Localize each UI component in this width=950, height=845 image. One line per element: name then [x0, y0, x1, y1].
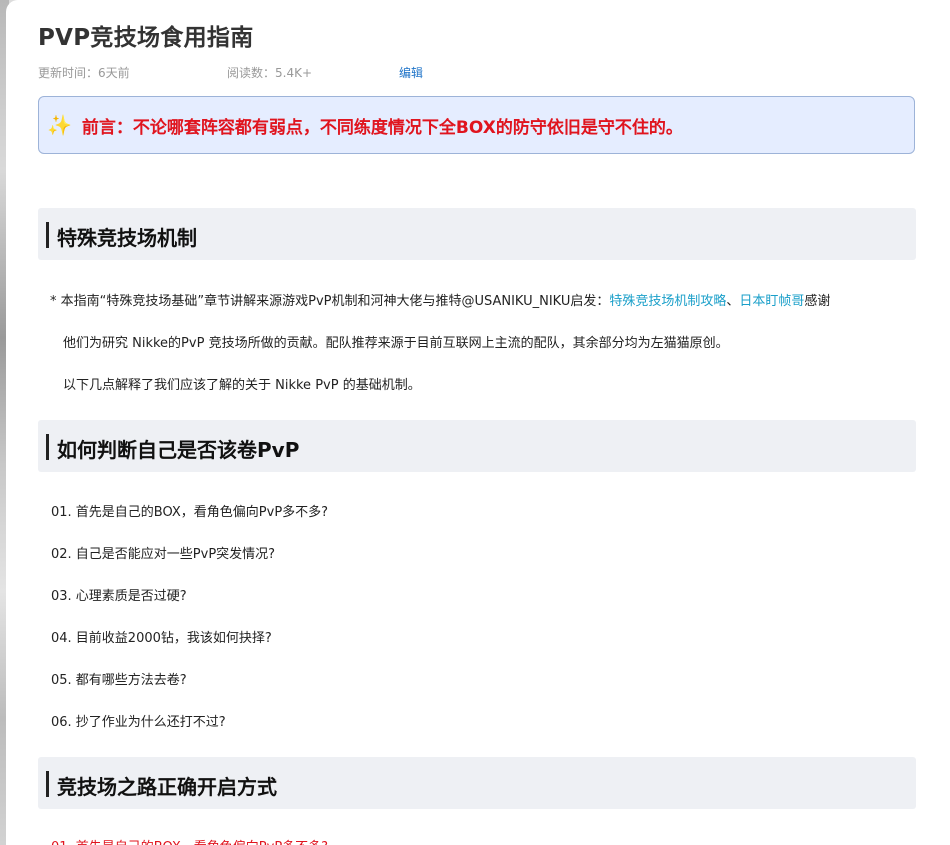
mechanics-guide-link[interactable]: 特殊竞技场机制攻略 [609, 294, 726, 309]
intro-line-3: 以下几点解释了我们应该了解的关于 Nikke PvP 的基础机制。 [63, 378, 421, 393]
intro-text: * 本指南“特殊竞技场基础”章节讲解来源游戏PvP机制和河神大佬与推特@USAN… [50, 294, 610, 309]
question-item: 06. 抄了作业为什么还打不过? [51, 715, 226, 730]
preface-notice: ✨ 前言：不论哪套阵容都有弱点，不同练度情况下全BOX的防守依旧是守不住的。 [38, 96, 915, 154]
section-header-should-pvp: 如何判断自己是否该卷PvP [38, 420, 916, 472]
cut-off-red-line: 01. 首先是自己的BOX，看角色偏向PvP多不多? [51, 836, 328, 845]
question-item: 01. 首先是自己的BOX，看角色偏向PvP多不多? [51, 505, 329, 520]
sparkles-icon: ✨ [47, 113, 72, 137]
page-title: PVP竞技场食用指南 [38, 25, 254, 51]
article-card: PVP竞技场食用指南 更新时间：6天前 阅读数：5.4K+ 编辑 ✨ 前言：不论… [6, 0, 950, 845]
intro-line-1: * 本指南“特殊竞技场基础”章节讲解来源游戏PvP机制和河神大佬与推特@USAN… [50, 290, 830, 309]
update-time: 更新时间：6天前 [38, 66, 130, 80]
section-title: 如何判断自己是否该卷PvP [57, 438, 300, 462]
section-header-mechanics: 特殊竞技场机制 [38, 208, 916, 260]
japan-frame-link[interactable]: 日本盯帧哥 [739, 294, 804, 309]
question-item: 02. 自己是否能应对一些PvP突发情况? [51, 547, 276, 562]
intro-line-2: 他们为研究 Nikke的PvP 竞技场所做的贡献。配队推荐来源于目前互联网上主流… [63, 336, 729, 351]
preface-text: 前言：不论哪套阵容都有弱点，不同练度情况下全BOX的防守依旧是守不住的。 [81, 117, 683, 138]
thanks-text: 感谢 [804, 294, 831, 309]
link-separator: 、 [726, 294, 740, 309]
view-count: 阅读数：5.4K+ [227, 66, 313, 80]
section-accent-bar [46, 222, 49, 248]
question-item: 03. 心理素质是否过硬? [51, 589, 187, 604]
section-title: 竞技场之路正确开启方式 [57, 775, 277, 799]
section-accent-bar [46, 771, 49, 797]
edit-link[interactable]: 编辑 [399, 64, 423, 81]
section-accent-bar [46, 434, 49, 460]
question-item: 04. 目前收益2000钻，我该如何抉择? [51, 631, 272, 646]
section-title: 特殊竞技场机制 [57, 226, 197, 250]
question-item: 05. 都有哪些方法去卷? [51, 673, 187, 688]
section-header-arena-start: 竞技场之路正确开启方式 [38, 757, 916, 809]
